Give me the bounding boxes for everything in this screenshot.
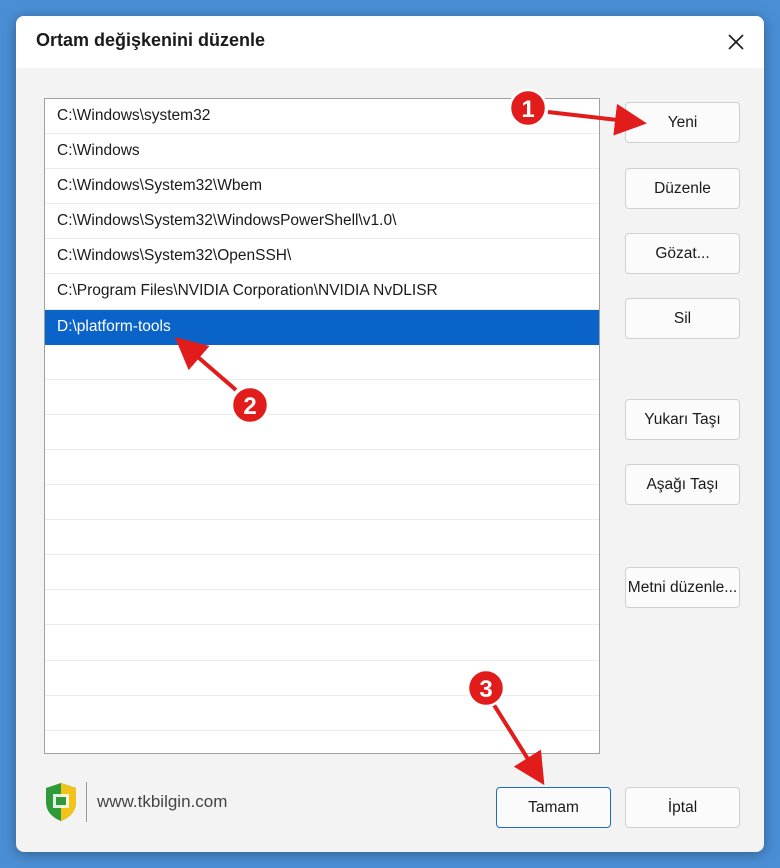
footer-divider (86, 782, 87, 822)
ok-button[interactable]: Tamam (496, 787, 611, 828)
list-item-empty[interactable] (45, 625, 599, 661)
list-item[interactable]: C:\Program Files\NVIDIA Corporation\NVID… (45, 274, 599, 310)
list-item-empty[interactable] (45, 485, 599, 521)
list-item[interactable]: C:\Windows\System32\OpenSSH\ (45, 239, 599, 275)
dialog-title: Ortam değişkenini düzenle (36, 30, 266, 50)
list-item-empty[interactable] (45, 555, 599, 591)
new-button[interactable]: Yeni (625, 102, 740, 143)
path-list[interactable]: C:\Windows\system32 C:\Windows C:\Window… (44, 98, 600, 754)
delete-button[interactable]: Sil (625, 298, 740, 339)
move-down-button[interactable]: Aşağı Taşı (625, 464, 740, 505)
close-icon (728, 34, 744, 50)
list-item-empty[interactable] (45, 731, 599, 753)
list-item-empty[interactable] (45, 661, 599, 696)
list-item-empty[interactable] (45, 520, 599, 556)
list-item-empty[interactable] (45, 696, 599, 731)
browse-button[interactable]: Gözat... (625, 233, 740, 274)
list-item[interactable]: C:\Windows (45, 134, 599, 170)
list-item-empty[interactable] (45, 345, 599, 380)
close-button[interactable] (718, 24, 754, 60)
list-item[interactable]: C:\Windows\System32\WindowsPowerShell\v1… (45, 204, 599, 240)
title-bar: Ortam değişkenini düzenle (16, 16, 764, 68)
shield-logo-icon (46, 783, 76, 821)
list-item[interactable]: C:\Windows\system32 (45, 99, 599, 135)
list-item[interactable]: C:\Windows\System32\Wbem (45, 169, 599, 205)
edit-environment-variable-dialog: Ortam değişkenini düzenle C:\Windows\sys… (16, 16, 764, 852)
list-item-empty[interactable] (45, 415, 599, 450)
edit-text-button[interactable]: Metni düzenle... (625, 567, 740, 608)
list-item-empty[interactable] (45, 380, 599, 415)
cancel-button[interactable]: İptal (625, 787, 740, 828)
list-item-selected[interactable]: D:\platform-tools (45, 309, 599, 345)
edit-button[interactable]: Düzenle (625, 168, 740, 209)
list-item-empty[interactable] (45, 450, 599, 486)
move-up-button[interactable]: Yukarı Taşı (625, 399, 740, 440)
site-watermark: www.tkbilgin.com (97, 792, 228, 811)
list-item-empty[interactable] (45, 590, 599, 626)
